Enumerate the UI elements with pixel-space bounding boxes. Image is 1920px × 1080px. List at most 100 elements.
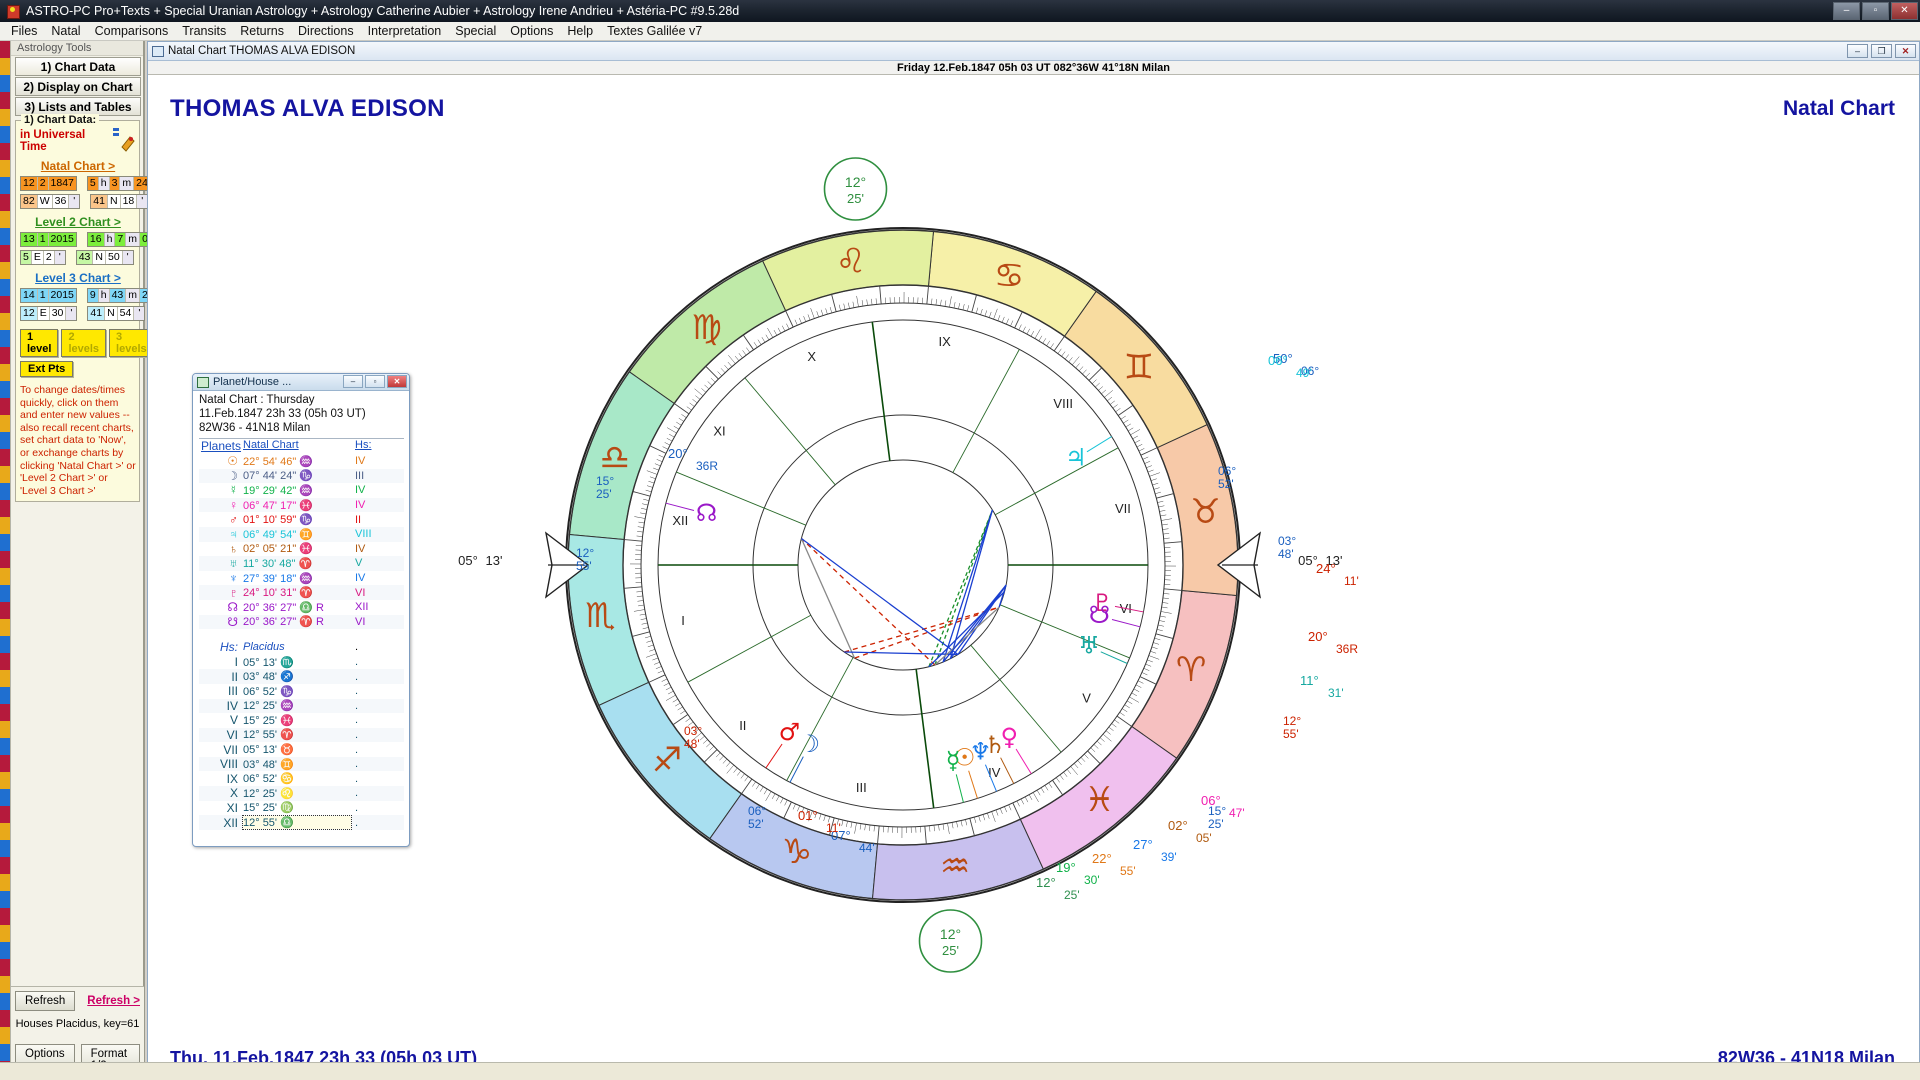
level2-month[interactable]: 1 [38, 233, 49, 246]
house-VII-cusp[interactable]: 05° 13' ♉ [243, 743, 351, 756]
natal-lon-min[interactable]: 36 [53, 195, 70, 208]
minimize-button[interactable]: – [1833, 2, 1860, 20]
level3-latitude-cells[interactable]: 41 N 54 ' [87, 306, 145, 321]
menu-item-comparisons[interactable]: Comparisons [88, 22, 176, 40]
level2-lon-deg[interactable]: 5 [21, 251, 32, 264]
menu-item-special[interactable]: Special [448, 22, 503, 40]
level-2-button[interactable]: 2 levels [61, 329, 106, 357]
natal-lon-dir[interactable]: W [38, 195, 53, 208]
sidebar-tab-display-on-chart[interactable]: 2) Display on Chart [15, 77, 141, 96]
planet-dialog-minimize[interactable]: – [343, 375, 363, 388]
planet-glyph-north-node[interactable]: ☊ [696, 499, 717, 527]
house-XI-cusp[interactable]: 15° 25' ♍ [243, 801, 351, 814]
level3-chart-link[interactable]: Level 3 Chart > [20, 271, 136, 285]
menu-item-help[interactable]: Help [560, 22, 600, 40]
menu-item-transits[interactable]: Transits [175, 22, 233, 40]
level3-hour[interactable]: 9 [88, 289, 99, 302]
level3-lat-dir[interactable]: N [105, 307, 118, 320]
level3-day[interactable]: 14 [21, 289, 38, 302]
planet-glyph-jupiter[interactable]: ♃ [1065, 444, 1087, 472]
house-row-IV[interactable]: IV12° 25' ♒. [199, 699, 404, 714]
menu-item-directions[interactable]: Directions [291, 22, 361, 40]
planet-glyph-moon[interactable]: ☽ [799, 730, 821, 758]
house-row-XI[interactable]: XI15° 25' ♍. [199, 801, 404, 816]
doc-close-button[interactable]: ✕ [1895, 44, 1916, 58]
planet-house-dialog[interactable]: Planet/House ... – ▫ ✕ Natal Chart : Thu… [192, 373, 410, 847]
planet-row-sun[interactable]: ☉22° 54' 46" ♒IV [199, 454, 404, 469]
natal-chart-wheel[interactable]: ♈♉♊♋♌♍♎♏♐♑♒♓IIIIIIIVVVIVIIVIIIIXXXIXII12… [448, 125, 1398, 1005]
level2-time-cells[interactable]: 16 h 7 m 0 [87, 232, 151, 247]
planet-glyph-neptune[interactable]: ♆ [970, 738, 992, 766]
house-row-IX[interactable]: IX06° 52' ♋. [199, 771, 404, 786]
house-III-cusp[interactable]: 06° 52' ♑ [243, 685, 351, 698]
level3-longitude-cells[interactable]: 12 E 30 ' [20, 306, 77, 321]
menu-item-natal[interactable]: Natal [44, 22, 87, 40]
level3-year[interactable]: 2015 [49, 289, 76, 302]
level3-date-cells[interactable]: 14 1 2015 [20, 288, 77, 303]
level3-minute[interactable]: 43 [110, 289, 127, 302]
house-IX-cusp[interactable]: 06° 52' ♋ [243, 772, 351, 785]
planet-marker-uranus[interactable]: ♅ [1078, 632, 1127, 664]
level2-day[interactable]: 13 [21, 233, 38, 246]
natal-lat-min[interactable]: 18 [121, 195, 138, 208]
natal-day[interactable]: 12 [21, 177, 38, 190]
level3-lon-dir[interactable]: E [38, 307, 50, 320]
doc-minimize-button[interactable]: – [1847, 44, 1868, 58]
refresh-link[interactable]: Refresh > [87, 995, 140, 1007]
natal-longitude-cells[interactable]: 82 W 36 ' [20, 194, 80, 209]
level2-lon-min[interactable]: 2 [44, 251, 55, 264]
planet-dialog-close[interactable]: ✕ [387, 375, 407, 388]
menu-item-files[interactable]: Files [4, 22, 44, 40]
house-VIII-cusp[interactable]: 03° 48' ♊ [243, 758, 351, 771]
house-X-cusp[interactable]: 12° 25' ♌ [243, 787, 351, 800]
level2-lat-min[interactable]: 50 [106, 251, 123, 264]
document-tab-label[interactable]: Natal Chart THOMAS ALVA EDISON [168, 45, 355, 57]
house-row-VI[interactable]: VI12° 55' ♈. [199, 728, 404, 743]
level3-lat-min[interactable]: 54 [118, 307, 135, 320]
house-row-III[interactable]: III06° 52' ♑. [199, 684, 404, 699]
menu-item-interpretation[interactable]: Interpretation [361, 22, 449, 40]
menu-item-returns[interactable]: Returns [233, 22, 291, 40]
natal-hour[interactable]: 5 [88, 177, 99, 190]
level2-date-cells[interactable]: 13 1 2015 [20, 232, 77, 247]
planet-row-venus[interactable]: ♀06° 47' 17" ♓IV [199, 498, 404, 513]
refresh-button[interactable]: Refresh [15, 991, 75, 1011]
planet-dialog-maximize[interactable]: ▫ [365, 375, 385, 388]
planet-row-saturn[interactable]: ♄02° 05' 21" ♓IV [199, 542, 404, 557]
planet-glyph-mercury[interactable]: ☿ [946, 747, 961, 775]
ext-points-button[interactable]: Ext Pts [20, 361, 73, 377]
maximize-button[interactable]: ▫ [1862, 2, 1889, 20]
house-row-I[interactable]: I05° 13' ♏. [199, 655, 404, 670]
level2-lon-dir[interactable]: E [32, 251, 44, 264]
level3-month[interactable]: 1 [38, 289, 49, 302]
planet-row-mercury[interactable]: ☿19° 29' 42" ♒IV [199, 483, 404, 498]
level-1-button[interactable]: 1 level [20, 329, 58, 357]
house-row-VII[interactable]: VII05° 13' ♉. [199, 742, 404, 757]
house-V-cusp[interactable]: 15° 25' ♓ [243, 714, 351, 727]
planet-marker-south-node[interactable]: ☋ [1089, 601, 1140, 629]
menu-item-options[interactable]: Options [503, 22, 560, 40]
planet-glyph-south-node[interactable]: ☋ [1089, 601, 1110, 629]
natal-minute[interactable]: 3 [110, 177, 121, 190]
planet-row-moon[interactable]: ☽07° 44' 24" ♑III [199, 469, 404, 484]
planet-row-mars[interactable]: ♂01° 10' 59" ♑II [199, 512, 404, 527]
level2-lat-deg[interactable]: 43 [77, 251, 94, 264]
wheel-svg[interactable]: ♈♉♊♋♌♍♎♏♐♑♒♓IIIIIIIVVVIVIIVIIIIXXXIXII12… [448, 125, 1398, 1005]
level2-hour[interactable]: 16 [88, 233, 105, 246]
level2-lat-dir[interactable]: N [93, 251, 106, 264]
planet-row-neptune[interactable]: ♆27° 39' 18" ♒IV [199, 571, 404, 586]
planet-row-uranus[interactable]: ♅11° 30' 48" ♈V [199, 556, 404, 571]
natal-month[interactable]: 2 [38, 177, 49, 190]
level2-latitude-cells[interactable]: 43 N 50 ' [76, 250, 134, 265]
natal-date-cells[interactable]: 12 2 1847 [20, 176, 77, 191]
doc-restore-button[interactable]: ❐ [1871, 44, 1892, 58]
natal-latitude-cells[interactable]: 41 N 18 ' [90, 194, 148, 209]
planet-row-north-node[interactable]: ☊20° 36' 27" ♎ RXII [199, 600, 404, 615]
natal-chart-link[interactable]: Natal Chart > [20, 159, 136, 173]
bird-icon[interactable] [112, 127, 136, 153]
sidebar-tab-chart-data[interactable]: 1) Chart Data [15, 57, 141, 76]
planet-row-pluto[interactable]: ♇24° 10' 31" ♈VI [199, 585, 404, 600]
house-row-X[interactable]: X12° 25' ♌. [199, 786, 404, 801]
level2-chart-link[interactable]: Level 2 Chart > [20, 215, 136, 229]
close-button[interactable]: ✕ [1891, 2, 1918, 20]
